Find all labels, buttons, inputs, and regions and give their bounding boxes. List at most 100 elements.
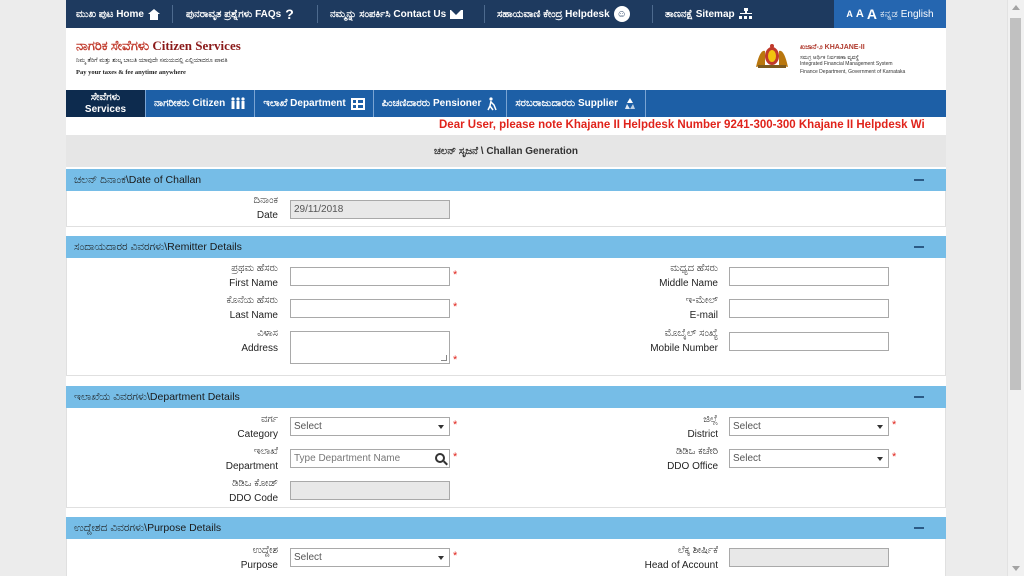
font-medium-button[interactable]: A (856, 8, 864, 20)
ddo-office-label: ಡಿಡಿಒ ಕಚೇರಿ DDO Office (578, 444, 718, 474)
karnataka-emblem-icon (756, 44, 788, 68)
required-marker: * (453, 419, 458, 431)
helpdesk-link-label: ಸಹಾಯವಾಣಿ ಕೇಂದ್ರ Helpdesk (497, 8, 610, 20)
resize-grip-icon[interactable] (441, 355, 447, 361)
recycle-icon (625, 97, 635, 109)
address-label: ವಿಳಾಸ Address (138, 326, 278, 356)
department-section-body: ವರ್ಗ Category Select * ಜಿಲ್ಲೆ District S… (66, 408, 946, 508)
required-marker: * (453, 269, 458, 281)
purpose-section-body: ಉದ್ದೇಶ Purpose Select * ಲೆಕ್ಕ ಶೀರ್ಷಿಕೆ H… (66, 539, 946, 576)
department-label-english: Department (225, 461, 278, 472)
district-label-kannada: ಜಿಲ್ಲೆ (703, 414, 718, 425)
nav-department-label: ಇಲಾಖೆ Department (263, 98, 346, 109)
mobile-label-kannada: ಮೊಬೈಲ್ ಸಂಖ್ಯೆ (664, 328, 718, 339)
scrollbar-thumb[interactable] (1010, 18, 1021, 390)
category-label-english: Category (237, 429, 278, 440)
department-placeholder: Type Department Name (294, 453, 401, 464)
contact-link[interactable]: ನಮ್ಮನ್ನು ಸಂಪರ್ಕಿಸಿ Contact Us (330, 0, 464, 28)
collapse-icon[interactable] (914, 246, 924, 248)
nav-services-english: Services (84, 103, 127, 115)
people-icon (231, 97, 245, 109)
helpdesk-icon: ☺ (613, 6, 630, 22)
purpose-section-header[interactable]: ಉದ್ದೇಶದ ವಿವರಗಳು\Purpose Details (66, 517, 946, 539)
department-section-header[interactable]: ಇಲಾಖೆಯ ವಿವರಗಳು\Department Details (66, 386, 946, 408)
search-icon[interactable] (435, 453, 445, 463)
nav-pensioner-label: ಪಿಂಚಣಿದಾರರು Pensioner (381, 98, 482, 109)
font-small-button[interactable]: A (846, 9, 853, 19)
first-name-label-kannada: ಪ್ರಥಮ ಹೆಸರು (231, 263, 278, 274)
middle-name-label: ಮಧ್ಯದ ಹೆಸರು Middle Name (578, 261, 718, 291)
ddo-office-select[interactable]: Select (729, 449, 889, 468)
date-section-title: ಚಲನ್ ದಿನಾಂಕ\Date of Challan (74, 173, 202, 186)
department-search-input[interactable]: Type Department Name (290, 449, 450, 468)
collapse-icon[interactable] (914, 396, 924, 398)
vertical-scrollbar[interactable] (1007, 0, 1024, 576)
department-label-kannada: ಇಲಾಖೆ (253, 446, 278, 457)
khajane-title: ಖಜಾನೆ-೨ KHAJANE-II (800, 44, 865, 51)
date-label-english: Date (256, 210, 278, 221)
ddo-code-field (290, 481, 450, 500)
citizen-services-logo[interactable]: ನಾಗರಿಕ ಸೇವೆಗಳು Citizen Services (76, 38, 241, 54)
logo-title-kannada: ನಾಗರಿಕ ಸೇವೆಗಳು (76, 38, 153, 53)
category-label: ವರ್ಗ Category (138, 412, 278, 442)
nav-services[interactable]: ಸೇವೆಗಳು Services (66, 90, 146, 117)
lang-english-link[interactable]: English (901, 9, 934, 20)
scroll-up-icon[interactable] (1012, 5, 1020, 10)
walking-person-icon (487, 96, 498, 110)
head-of-account-label-kannada: ಲೆಕ್ಕ ಶೀರ್ಷಿಕೆ (677, 545, 718, 556)
last-name-label-kannada: ಕೊನೆಯ ಹೆಸರು (226, 295, 278, 306)
page: ಮುಖ ಪುಟ Home ಪುನರಾವೃತ ಪ್ರಶ್ನೆಗಳು FAQs ? … (66, 0, 946, 576)
sitemap-link[interactable]: ತಾಣನಕ್ಷೆ Sitemap (665, 0, 753, 28)
purpose-select[interactable]: Select (290, 548, 450, 567)
home-link[interactable]: ಮುಖ ಪುಟ Home (76, 0, 160, 28)
required-marker: * (453, 451, 458, 463)
font-large-button[interactable]: A (867, 6, 877, 22)
logo-subtitle-kannada: ನಿಮ್ಮ ತೆರಿಗೆ ಮತ್ತು ಶುಲ್ಕ ಬಾಬತಿ ಯಾವುದೇ ಸಮ… (76, 58, 228, 64)
lang-kannada-link[interactable]: ಕನ್ನಡ (880, 9, 898, 20)
faqs-link-label: ಪುನರಾವೃತ ಪ್ರಶ್ನೆಗಳು FAQs (186, 8, 282, 20)
middle-name-input[interactable] (729, 267, 889, 286)
helpdesk-link[interactable]: ಸಹಾಯವಾಣಿ ಕೇಂದ್ರ Helpdesk ☺ (497, 0, 630, 28)
ddo-office-label-english: DDO Office (667, 461, 718, 472)
helpdesk-marquee: Dear User, please note Khajane II Helpde… (439, 119, 925, 131)
nav-supplier-label: ಸರಬರಾಜುದಾರರು Supplier (515, 98, 618, 109)
main-nav: ಸೇವೆಗಳು Services ನಾಗರೀಕರು Citizen ಇಲಾಖೆ … (66, 90, 946, 117)
remitter-section-header[interactable]: ಸಂದಾಯದಾರರ ವಿವರಗಳು\Remitter Details (66, 236, 946, 258)
email-label: ಇ-ಮೇಲ್ E-mail (578, 293, 718, 323)
nav-pensioner[interactable]: ಪಿಂಚಣಿದಾರರು Pensioner (374, 90, 508, 117)
nav-citizen[interactable]: ನಾಗರೀಕರು Citizen (146, 90, 256, 117)
required-marker: * (453, 550, 458, 562)
address-textarea[interactable] (290, 331, 450, 364)
home-icon (147, 8, 160, 20)
nav-supplier[interactable]: ಸರಬರಾಜುದಾರರು Supplier (507, 90, 646, 117)
date-section-header[interactable]: ಚಲನ್ ದಿನಾಂಕ\Date of Challan (66, 169, 946, 191)
district-select[interactable]: Select (729, 417, 889, 436)
collapse-icon[interactable] (914, 527, 924, 529)
date-field: 29/11/2018 (290, 200, 450, 219)
purpose-section-title: ಉದ್ದೇಶದ ವಿವರಗಳು\Purpose Details (74, 521, 222, 534)
grid-icon (350, 97, 365, 110)
remitter-section-title: ಸಂದಾಯದಾರರ ವಿವರಗಳು\Remitter Details (74, 240, 242, 253)
first-name-input[interactable] (290, 267, 450, 286)
email-label-kannada: ಇ-ಮೇಲ್ (685, 295, 718, 306)
required-marker: * (892, 451, 897, 463)
mobile-label-english: Mobile Number (650, 343, 718, 354)
faqs-link[interactable]: ಪುನರಾವೃತ ಪ್ರಶ್ನೆಗಳು FAQs ? (186, 0, 294, 28)
scroll-down-icon[interactable] (1012, 566, 1020, 571)
middle-name-label-kannada: ಮಧ್ಯದ ಹೆಸರು (670, 263, 718, 274)
mobile-label: ಮೊಬೈಲ್ ಸಂಖ್ಯೆ Mobile Number (578, 326, 718, 356)
email-input[interactable] (729, 299, 889, 318)
language-bar: A A A ಕನ್ನಡ English (834, 0, 946, 28)
ddo-code-label: ಡಿಡಿಒ ಕೋಡ್ DDO Code (138, 476, 278, 506)
mail-icon (450, 9, 464, 19)
mobile-input[interactable] (729, 332, 889, 351)
purpose-label: ಉದ್ದೇಶ Purpose (138, 543, 278, 573)
logo-subtitle-english: Pay your taxes & fee anytime anywhere (76, 69, 186, 76)
collapse-icon[interactable] (914, 179, 924, 181)
date-label: ದಿನಾಂಕ Date (138, 193, 278, 223)
middle-name-label-english: Middle Name (659, 278, 718, 289)
last-name-input[interactable] (290, 299, 450, 318)
nav-department[interactable]: ಇಲಾಖೆ Department (255, 90, 374, 117)
category-select[interactable]: Select (290, 417, 450, 436)
page-title: ಚಲನ್ ಸೃಜನೆ \ Challan Generation (66, 135, 946, 167)
